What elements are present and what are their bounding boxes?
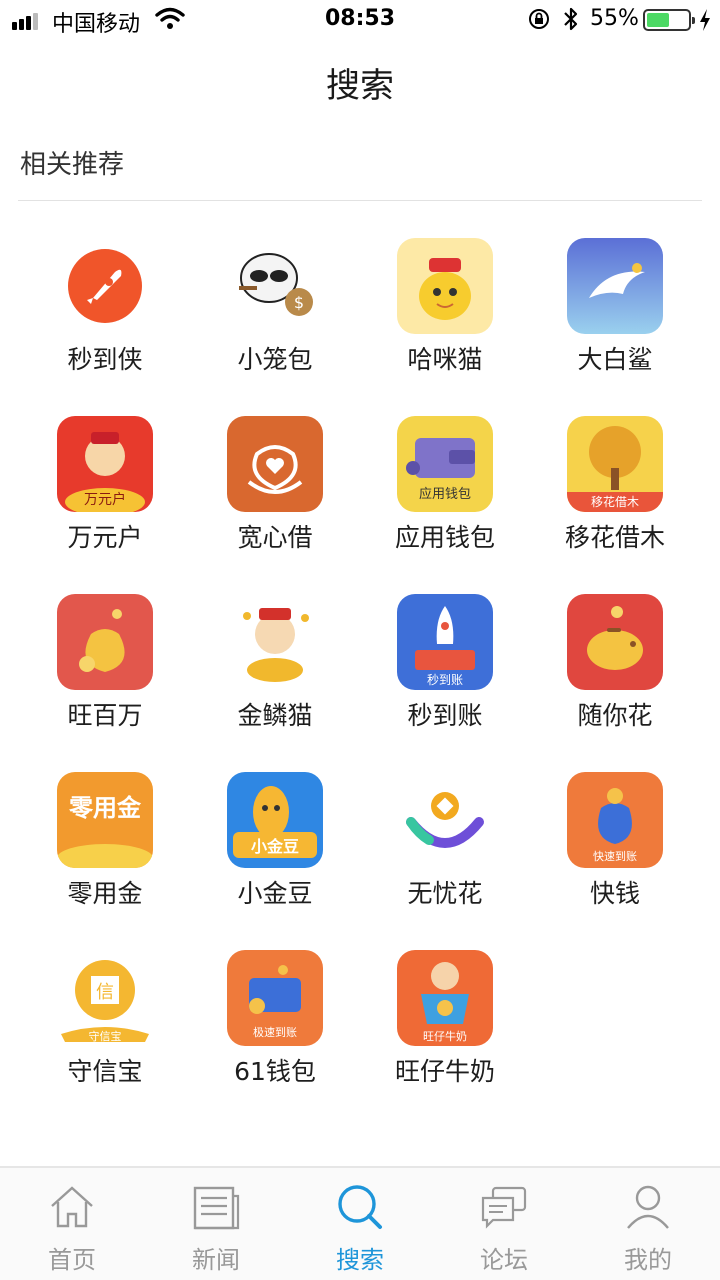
app-item-jinlinmao[interactable]: 金鳞猫	[190, 592, 360, 762]
tab-profile[interactable]: 我的	[576, 1168, 720, 1280]
wallet-coin-icon: 极速到账	[227, 950, 323, 1046]
app-name: 小金豆	[237, 879, 313, 908]
section-title: 相关推荐	[20, 150, 125, 180]
charging-bolt-icon	[700, 9, 710, 31]
app-name: 随你花	[577, 701, 653, 730]
app-item-wanyuanhu[interactable]: 万元户 万元户	[20, 414, 190, 584]
app-item-wangzainiunai[interactable]: 旺仔牛奶 旺仔牛奶	[360, 948, 530, 1118]
app-item-suinihua[interactable]: 随你花	[530, 592, 700, 762]
app-item-lingyongjin[interactable]: 零用金 零用金	[20, 770, 190, 940]
app-item-61qianbao[interactable]: 极速到账 61钱包	[190, 948, 360, 1118]
svg-text:信: 信	[96, 982, 114, 1003]
tab-label: 搜索	[336, 1246, 384, 1274]
svg-text:应用钱包: 应用钱包	[419, 486, 471, 502]
svg-text:零用金: 零用金	[68, 794, 142, 822]
svg-text:守信宝: 守信宝	[89, 1029, 122, 1043]
tab-label: 论坛	[480, 1246, 528, 1274]
app-item-kuanxinjie[interactable]: 宽心借	[190, 414, 360, 584]
app-name: 快钱	[589, 879, 640, 908]
rocket-phone-icon: 秒到账	[397, 594, 493, 690]
rocket-icon	[57, 238, 153, 334]
app-name: 守信宝	[67, 1057, 143, 1086]
money-bag-heart-icon	[227, 416, 323, 512]
gold-bag-icon	[57, 594, 153, 690]
app-item-xiaolongbao[interactable]: $ 小笼包	[190, 236, 360, 406]
svg-text:快速到账: 快速到账	[593, 850, 637, 863]
credit-coin-icon: 信守信宝	[57, 950, 153, 1046]
app-name: 万元户	[67, 523, 143, 552]
svg-text:小金豆: 小金豆	[251, 837, 299, 856]
app-name: 旺仔牛奶	[394, 1057, 495, 1086]
cartoon-cat-icon	[397, 238, 493, 334]
tab-label: 首页	[48, 1246, 96, 1274]
app-item-miaodaoxia[interactable]: 秒到侠	[20, 236, 190, 406]
app-item-miaodaozhang[interactable]: 秒到账 秒到账	[360, 592, 530, 762]
tab-home[interactable]: 首页	[0, 1168, 144, 1280]
app-name: 秒到账	[407, 701, 483, 730]
app-item-xiaojindou[interactable]: 小金豆 小金豆	[190, 770, 360, 940]
app-name: 移花借木	[564, 523, 665, 552]
battery-icon	[643, 9, 695, 31]
tab-label: 新闻	[192, 1246, 240, 1274]
svg-text:$: $	[294, 293, 304, 312]
app-name: 61钱包	[234, 1057, 316, 1086]
app-name: 秒到侠	[67, 345, 143, 374]
svg-text:旺仔牛奶: 旺仔牛奶	[423, 1029, 467, 1043]
mango-character-icon: 小金豆	[227, 772, 323, 868]
app-name: 旺百万	[67, 701, 143, 730]
money-tree-icon: 移花借木	[567, 416, 663, 512]
app-name: 金鳞猫	[237, 701, 313, 730]
app-item-kuaiqian[interactable]: 快速到账 快钱	[530, 770, 700, 940]
boy-cup-icon: 旺仔牛奶	[397, 950, 493, 1046]
svg-text:秒到账: 秒到账	[427, 673, 463, 687]
app-name: 大白鲨	[577, 345, 653, 374]
app-item-dabaisha[interactable]: 大白鲨	[530, 236, 700, 406]
money-bag-blue-icon: 快速到账	[567, 772, 663, 868]
fortune-god-icon: 万元户	[57, 416, 153, 512]
app-item-hamimao[interactable]: 哈咪猫	[360, 236, 530, 406]
app-name: 无忧花	[407, 879, 483, 908]
orientation-lock-icon	[529, 9, 549, 29]
svg-text:万元户: 万元户	[84, 491, 126, 508]
app-name: 应用钱包	[394, 523, 495, 552]
wallet-icon: 应用钱包	[397, 416, 493, 512]
app-name: 宽心借	[237, 523, 313, 552]
app-item-yihuajiemu[interactable]: 移花借木 移花借木	[530, 414, 700, 584]
home-icon	[51, 1186, 93, 1228]
battery-percent: 55%	[590, 6, 639, 31]
chat-bubbles-icon	[481, 1186, 527, 1229]
app-item-wangbaiwan[interactable]: 旺百万	[20, 592, 190, 762]
shark-icon	[567, 238, 663, 334]
page-title: 搜索	[326, 66, 394, 106]
tab-forum[interactable]: 论坛	[432, 1168, 576, 1280]
app-name: 哈咪猫	[407, 345, 483, 374]
svg-text:移花借木: 移花借木	[591, 494, 639, 509]
app-name: 零用金	[67, 879, 143, 908]
newspaper-icon	[193, 1186, 240, 1230]
bottom-tab-bar: 首页 新闻 搜索 论坛 我的	[0, 1166, 720, 1280]
coin-smile-icon	[397, 772, 493, 868]
app-name: 小笼包	[237, 345, 313, 374]
app-item-wuyouhua[interactable]: 无忧花	[360, 770, 530, 940]
fortune-god-coins-icon	[227, 594, 323, 690]
calligraphy-icon: 零用金	[57, 772, 153, 868]
search-icon	[338, 1185, 382, 1229]
app-item-shouxinbao[interactable]: 信守信宝 守信宝	[20, 948, 190, 1118]
status-bar: 中国移动 08:53 55%	[0, 0, 720, 40]
divider	[18, 200, 702, 201]
piggy-bank-icon	[567, 594, 663, 690]
svg-text:极速到账: 极速到账	[253, 1025, 297, 1039]
tab-search[interactable]: 搜索	[288, 1168, 432, 1280]
app-item-yingyongqianbao[interactable]: 应用钱包 应用钱包	[360, 414, 530, 584]
bluetooth-icon	[564, 7, 578, 31]
cartoon-panda-moneybag-icon: $	[227, 238, 323, 334]
user-icon	[627, 1185, 669, 1229]
tab-news[interactable]: 新闻	[144, 1168, 288, 1280]
tab-label: 我的	[624, 1246, 672, 1274]
